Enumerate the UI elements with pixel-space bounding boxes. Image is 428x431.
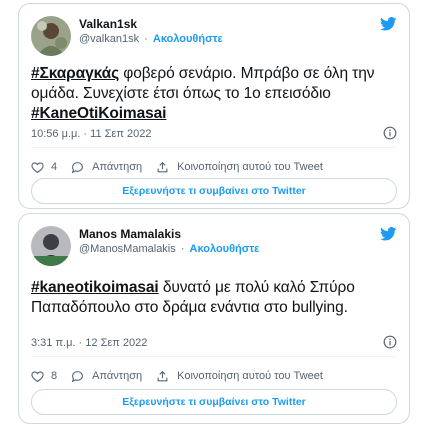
twitter-bird-icon[interactable]: [380, 227, 397, 241]
reply-button[interactable]: Απάντηση: [71, 370, 142, 383]
avatar[interactable]: [31, 226, 71, 266]
tweet-text: #kaneotikoimasai δυνατό με πολύ καλό Σπύ…: [31, 278, 397, 318]
tweet-card: Manos Mamalakis @ManosMamalakis · Ακολου…: [18, 213, 410, 424]
timestamp[interactable]: 10:56 μ.μ. · 11 Σεπ 2022: [31, 128, 151, 140]
like-button[interactable]: 8: [31, 370, 57, 383]
share-button[interactable]: Κοινοποίηση αυτού του Tweet: [156, 161, 323, 174]
divider: [31, 147, 397, 148]
explore-button[interactable]: Εξερευνήστε τι συμβαίνει στο Twitter: [31, 389, 397, 415]
hashtag-link[interactable]: #Σκαραγκάς: [31, 65, 119, 82]
author-block: Manos Mamalakis @ManosMamalakis · Ακολου…: [79, 226, 259, 257]
author-handle[interactable]: @ManosMamalakis: [79, 243, 176, 255]
explore-button[interactable]: Εξερευνήστε τι συμβαίνει στο Twitter: [31, 178, 397, 204]
info-icon[interactable]: [383, 335, 397, 349]
hashtag-link[interactable]: #KaneOtiKoimasai: [31, 105, 166, 122]
reply-icon: [71, 370, 84, 382]
follow-link[interactable]: Ακολουθήστε: [190, 243, 260, 255]
info-icon[interactable]: [383, 126, 397, 140]
share-icon: [157, 161, 168, 172]
author-block: Valkan1sk @valkan1sk · Ακολουθήστε: [79, 16, 223, 47]
share-button[interactable]: Κοινοποίηση αυτού του Tweet: [156, 370, 323, 383]
share-label: Κοινοποίηση αυτού του Tweet: [177, 161, 323, 173]
hashtag-link[interactable]: #kaneotikoimasai: [31, 279, 159, 296]
heart-icon: [31, 161, 44, 173]
avatar[interactable]: [31, 16, 71, 56]
reply-button[interactable]: Απάντηση: [71, 161, 142, 174]
twitter-bird-icon[interactable]: [380, 17, 397, 31]
action-bar: 4 Απάντηση Κοινοποίηση αυτού του Tweet: [31, 159, 397, 175]
action-bar: 8 Απάντηση Κοινοποίηση αυτού του Tweet: [31, 368, 397, 384]
share-label: Κοινοποίηση αυτού του Tweet: [177, 370, 323, 382]
tweet-card: Valkan1sk @valkan1sk · Ακολουθήστε #Σκαρ…: [18, 3, 410, 209]
reply-label: Απάντηση: [92, 370, 143, 382]
author-name[interactable]: Manos Mamalakis: [79, 226, 259, 242]
author-name[interactable]: Valkan1sk: [79, 16, 223, 32]
share-icon: [157, 370, 168, 381]
author-handle[interactable]: @valkan1sk: [79, 33, 139, 45]
like-count: 4: [51, 161, 58, 173]
reply-label: Απάντηση: [92, 161, 143, 173]
reply-icon: [71, 161, 84, 173]
tweet-text: #Σκαραγκάς φοβερό σενάριο. Μπράβο σε όλη…: [31, 64, 397, 124]
separator-dot: ·: [180, 243, 185, 255]
follow-link[interactable]: Ακολουθήστε: [153, 33, 223, 45]
tweet-meta: 3:31 π.μ. · 12 Σεπ 2022: [31, 335, 397, 350]
tweet-meta: 10:56 μ.μ. · 11 Σεπ 2022: [31, 126, 397, 141]
timestamp[interactable]: 3:31 π.μ. · 12 Σεπ 2022: [31, 337, 147, 349]
handle-line: @ManosMamalakis · Ακολουθήστε: [79, 242, 259, 257]
separator-dot: ·: [144, 33, 148, 45]
like-count: 8: [51, 370, 58, 382]
like-button[interactable]: 4: [31, 161, 57, 174]
handle-line: @valkan1sk · Ακολουθήστε: [79, 32, 223, 47]
divider: [31, 356, 397, 357]
heart-icon: [31, 370, 44, 382]
